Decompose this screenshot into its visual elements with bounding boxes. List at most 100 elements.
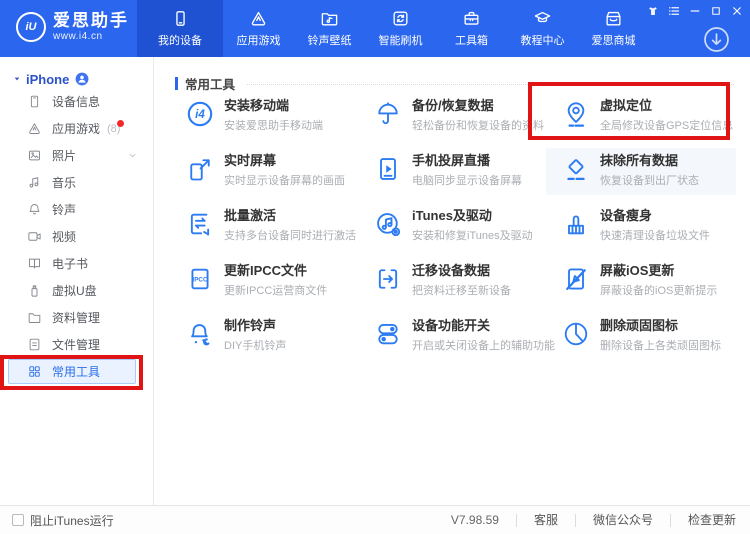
tool-block-ios-update[interactable]: 屏蔽iOS更新屏蔽设备的iOS更新提示 xyxy=(562,264,750,319)
block-itunes-checkbox-row[interactable]: 阻止iTunes运行 xyxy=(12,512,114,529)
chevron-down-icon[interactable] xyxy=(127,150,138,161)
data-management-icon xyxy=(27,310,42,325)
menu-button[interactable] xyxy=(668,5,680,17)
status-bar: 阻止iTunes运行 V7.98.59 客服微信公众号检查更新 xyxy=(0,505,750,534)
tools-grid: i4 安装移动端安装爱思助手移动端 备份/恢复数据轻松备份和恢复设备的资料 虚拟定位全… xyxy=(186,99,750,374)
tool-screen-mirror[interactable]: 手机投屏直播电脑同步显示设备屏幕 xyxy=(374,154,562,209)
notification-dot-icon xyxy=(117,120,124,127)
sidebar-item-data-management[interactable]: 资料管理 xyxy=(0,304,153,331)
app-update-count: (8) xyxy=(107,123,120,135)
tool-text: 删除顽固图标删除设备上各类顽固图标 xyxy=(600,319,721,374)
svg-text:IPCC: IPCC xyxy=(192,277,207,284)
sidebar-item-videos[interactable]: 视频 xyxy=(0,223,153,250)
tool-text: 制作铃声DIY手机铃声 xyxy=(224,319,286,374)
tool-text: 备份/恢复数据轻松备份和恢复设备的资料 xyxy=(412,99,544,154)
tool-feature-toggles[interactable]: 设备功能开关开启或关闭设备上的辅助功能 xyxy=(374,319,562,374)
app-games-icon xyxy=(249,9,268,28)
version-label: V7.98.59 xyxy=(451,513,516,527)
erase-all-data-icon xyxy=(562,155,590,183)
sidebar-item-photos[interactable]: 照片 xyxy=(0,142,153,169)
minimize-button[interactable] xyxy=(689,5,701,17)
file-management-icon xyxy=(27,337,42,352)
nav-tab-app-games[interactable]: 应用游戏 xyxy=(223,0,294,57)
app-logo: iU 爱思助手 www.i4.cn xyxy=(16,12,129,42)
toolbox-icon xyxy=(462,9,481,28)
tool-batch-activate[interactable]: 批量激活支持多台设备同时进行激活 xyxy=(186,209,374,264)
tool-erase-all-data[interactable]: 抹除所有数据恢复设备到出厂状态 xyxy=(562,154,750,209)
tool-live-screen[interactable]: 实时屏幕实时显示设备屏幕的画面 xyxy=(186,154,374,209)
sidebar-item-ringtones[interactable]: 铃声 xyxy=(0,196,153,223)
batch-activate-icon xyxy=(186,210,214,238)
statusbar-link-2[interactable]: 检查更新 xyxy=(670,514,750,527)
videos-icon xyxy=(27,229,42,244)
section-divider xyxy=(247,84,734,85)
sidebar-item-app-games[interactable]: 应用游戏(8) xyxy=(0,115,153,142)
tool-device-slim[interactable]: 设备瘦身快速清理设备垃圾文件 xyxy=(562,209,750,264)
tool-text: 虚拟定位全局修改设备GPS定位信息 xyxy=(600,99,733,154)
music-icon xyxy=(27,175,42,190)
update-ipcc-icon: IPCC xyxy=(186,265,214,293)
checkbox-label: 阻止iTunes运行 xyxy=(30,512,114,529)
section-title: 常用工具 xyxy=(185,74,235,93)
ebooks-icon xyxy=(27,256,42,271)
tool-migrate-data[interactable]: 迁移设备数据把资料迁移至新设备 xyxy=(374,264,562,319)
sidebar: iPhone 设备信息应用游戏(8)照片音乐铃声视频电子书虚拟U盘资料管理文件管… xyxy=(0,57,154,506)
nav-tab-smart-flash[interactable]: 智能刷机 xyxy=(365,0,436,57)
statusbar-link-1[interactable]: 微信公众号 xyxy=(575,514,670,527)
sidebar-item-virtual-usb[interactable]: 虚拟U盘 xyxy=(0,277,153,304)
tool-itunes-driver[interactable]: iTunes及驱动安装和修复iTunes及驱动 xyxy=(374,209,562,264)
sidebar-item-common-tools[interactable]: 常用工具 xyxy=(0,358,153,385)
live-screen-icon xyxy=(186,155,214,183)
app-window: iU 爱思助手 www.i4.cn 我的设备应用游戏铃声壁纸智能刷机工具箱教程中… xyxy=(0,0,750,534)
virtual-usb-icon xyxy=(27,283,42,298)
app-games-icon xyxy=(27,121,42,136)
close-button[interactable] xyxy=(731,5,743,17)
nav-tab-my-device[interactable]: 我的设备 xyxy=(137,0,223,57)
sidebar-item-ebooks[interactable]: 电子书 xyxy=(0,250,153,277)
sidebar-item-device-info[interactable]: 设备信息 xyxy=(0,88,153,115)
common-tools-icon xyxy=(27,364,42,379)
statusbar-link-0[interactable]: 客服 xyxy=(516,514,575,527)
photos-icon xyxy=(27,148,42,163)
tool-update-ipcc[interactable]: IPCC 更新IPCC文件更新IPCC运营商文件 xyxy=(186,264,374,319)
tool-text: 屏蔽iOS更新屏蔽设备的iOS更新提示 xyxy=(600,264,717,319)
make-ringtone-icon xyxy=(186,320,214,348)
sidebar-item-music[interactable]: 音乐 xyxy=(0,169,153,196)
install-mobile-icon: i4 xyxy=(186,100,214,128)
feature-toggles-icon xyxy=(374,320,402,348)
tool-text: iTunes及驱动安装和修复iTunes及驱动 xyxy=(412,209,533,264)
my-device-icon xyxy=(171,9,190,28)
device-header[interactable]: iPhone xyxy=(0,57,153,88)
tutorial-center-icon xyxy=(533,9,552,28)
device-name: iPhone xyxy=(26,72,69,87)
theme-button[interactable] xyxy=(647,5,659,17)
tool-install-mobile[interactable]: i4 安装移动端安装爱思助手移动端 xyxy=(186,99,374,154)
maximize-button[interactable] xyxy=(710,5,722,17)
sidebar-list: 设备信息应用游戏(8)照片音乐铃声视频电子书虚拟U盘资料管理文件管理常用工具 xyxy=(0,88,153,385)
tool-text: 批量激活支持多台设备同时进行激活 xyxy=(224,209,356,264)
nav-tab-i4-mall[interactable]: 爱思商城 xyxy=(578,0,649,57)
checkbox-icon[interactable] xyxy=(12,514,24,526)
tool-text: 抹除所有数据恢复设备到出厂状态 xyxy=(600,154,699,209)
nav-tab-tutorial-center[interactable]: 教程中心 xyxy=(507,0,578,57)
screen-mirror-icon xyxy=(374,155,402,183)
tool-virtual-location[interactable]: 虚拟定位全局修改设备GPS定位信息 xyxy=(562,99,750,154)
caret-down-icon xyxy=(13,75,21,83)
nav-tab-ringtone-wallpaper[interactable]: 铃声壁纸 xyxy=(294,0,365,57)
app-url: www.i4.cn xyxy=(53,31,129,42)
tool-backup-restore[interactable]: 备份/恢复数据轻松备份和恢复设备的资料 xyxy=(374,99,562,154)
virtual-location-icon xyxy=(562,100,590,128)
tool-delete-stubborn-icons[interactable]: 删除顽固图标删除设备上各类顽固图标 xyxy=(562,319,750,374)
sidebar-item-file-management[interactable]: 文件管理 xyxy=(0,331,153,358)
nav-tab-toolbox[interactable]: 工具箱 xyxy=(436,0,507,57)
tool-text: 更新IPCC文件更新IPCC运营商文件 xyxy=(224,264,327,319)
app-title: 爱思助手 xyxy=(53,12,129,29)
tool-text: 设备功能开关开启或关闭设备上的辅助功能 xyxy=(412,319,555,374)
top-navigation-bar: iU 爱思助手 www.i4.cn 我的设备应用游戏铃声壁纸智能刷机工具箱教程中… xyxy=(0,0,750,57)
download-manager-button[interactable] xyxy=(702,25,731,54)
svg-text:i4: i4 xyxy=(195,108,205,121)
tool-text: 安装移动端安装爱思助手移动端 xyxy=(224,99,323,154)
itunes-driver-icon xyxy=(374,210,402,238)
user-badge-icon xyxy=(75,72,89,86)
tool-make-ringtone[interactable]: 制作铃声DIY手机铃声 xyxy=(186,319,374,374)
